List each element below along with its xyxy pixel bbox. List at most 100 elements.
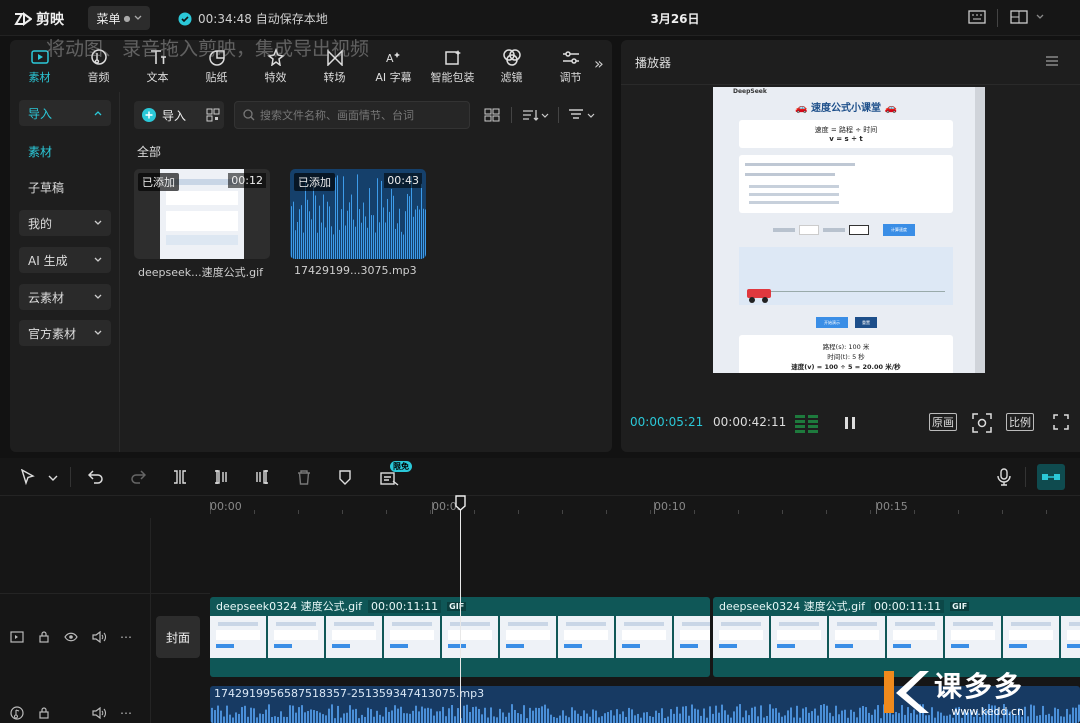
lock-icon[interactable] xyxy=(38,707,50,719)
waveform-bar xyxy=(739,704,741,723)
waveform-bar xyxy=(1042,705,1044,723)
waveform-bar xyxy=(694,708,696,723)
waveform-bar xyxy=(377,178,378,259)
waveform-bar xyxy=(382,716,384,723)
tab-effects[interactable]: 特效 xyxy=(246,40,305,92)
aspect-ratio-button[interactable]: 比例 xyxy=(1006,413,1034,431)
transition-icon xyxy=(326,48,343,66)
chevron-down-icon[interactable] xyxy=(1036,14,1044,20)
microphone-icon[interactable] xyxy=(997,468,1011,486)
waveform-bar xyxy=(335,177,336,259)
waveform-bar xyxy=(309,211,310,259)
tab-smart-package[interactable]: 智能包装 xyxy=(423,40,482,92)
waveform-bar xyxy=(718,712,720,723)
waveform-bar xyxy=(691,704,693,723)
trim-right-icon[interactable] xyxy=(254,469,270,485)
waveform-bar xyxy=(520,714,522,723)
speaker-icon[interactable] xyxy=(92,631,106,643)
waveform-bar xyxy=(411,176,412,259)
sidebar-ai-gen[interactable]: AI 生成 xyxy=(19,247,111,273)
search-input[interactable]: 搜索文件名称、画面情节、台词 xyxy=(234,101,470,129)
tab-ai-caption[interactable]: A AI 字幕 xyxy=(364,40,423,92)
layout-icon[interactable] xyxy=(1010,9,1030,25)
media-item-gif[interactable]: 已添加 00:12 xyxy=(134,169,270,259)
cover-button[interactable]: 封面 xyxy=(156,616,200,658)
waveform-bar xyxy=(514,709,516,723)
screenshot-focus-icon[interactable] xyxy=(972,413,992,433)
waveform-bar xyxy=(370,709,372,723)
waveform-bar xyxy=(511,704,513,723)
filter-icon[interactable] xyxy=(568,108,598,122)
waveform-bar xyxy=(297,221,298,259)
more-options-icon[interactable]: ⋯ xyxy=(120,630,132,644)
pause-icon[interactable] xyxy=(844,416,856,430)
qr-code-icon[interactable] xyxy=(206,108,220,122)
waveform-bar xyxy=(364,716,366,723)
waveform-bar xyxy=(475,706,477,723)
clip-frame xyxy=(1003,616,1059,658)
keyboard-icon[interactable] xyxy=(968,9,986,25)
smart-edit-icon[interactable] xyxy=(380,470,400,486)
ruler-minor-tick xyxy=(430,510,431,514)
waveform-bar xyxy=(1000,718,1002,723)
tab-adjust[interactable]: 调节 xyxy=(541,40,600,92)
ruler-minor-tick xyxy=(738,510,739,514)
waveform-bar xyxy=(417,205,418,259)
tab-audio[interactable]: 音频 xyxy=(69,40,128,92)
search-placeholder: 搜索文件名称、画面情节、台词 xyxy=(260,109,414,122)
more-options-icon[interactable]: ⋯ xyxy=(120,706,132,720)
sidebar-official-label: 官方素材 xyxy=(28,326,77,341)
sort-icon[interactable] xyxy=(522,108,550,122)
redo-icon[interactable] xyxy=(130,469,146,485)
waveform-bar xyxy=(415,705,417,723)
tab-sticker[interactable]: 贴纸 xyxy=(187,40,246,92)
sidebar-official[interactable]: 官方素材 xyxy=(19,320,111,346)
tab-filter[interactable]: 滤镜 xyxy=(482,40,541,92)
waveform-bar xyxy=(250,707,252,723)
sidebar-mine[interactable]: 我的 xyxy=(19,210,111,236)
tab-transition[interactable]: 转场 xyxy=(305,40,364,92)
search-icon xyxy=(243,109,255,121)
waveform-bar xyxy=(487,717,489,723)
import-button[interactable]: 导入 xyxy=(134,101,224,129)
ruler-label: 00:10 xyxy=(654,500,686,513)
timeline-ruler[interactable]: 00:00 00:05 00:10 00:15 xyxy=(210,496,1080,518)
waveform-bar xyxy=(271,716,273,723)
tab-text[interactable]: 文本 xyxy=(128,40,187,92)
sidebar-import[interactable]: 导入 xyxy=(19,100,111,126)
playhead-handle[interactable] xyxy=(455,495,466,511)
split-icon[interactable] xyxy=(172,469,188,485)
select-cursor-icon[interactable] xyxy=(20,469,36,485)
delete-icon[interactable] xyxy=(296,469,312,485)
sidebar-cloud[interactable]: 云素材 xyxy=(19,284,111,310)
more-tools-chevron-icon[interactable]: » xyxy=(594,54,604,73)
watermark: 课多多 www.kedd.cn xyxy=(880,665,1024,718)
marker-icon[interactable] xyxy=(337,469,353,485)
undo-icon[interactable] xyxy=(88,469,104,485)
tab-media[interactable]: 素材 xyxy=(10,40,69,92)
section-all-label: 全部 xyxy=(137,145,162,159)
sidebar-sub-draft[interactable]: 子草稿 xyxy=(28,179,64,196)
clip-duration: 00:00:11:11 xyxy=(368,599,442,613)
original-quality-button[interactable]: 原画 xyxy=(929,413,957,431)
waveform-bar xyxy=(331,704,333,723)
waveform-bar xyxy=(391,710,393,723)
lock-icon[interactable] xyxy=(38,631,50,643)
clip-frame xyxy=(616,616,672,658)
fullscreen-icon[interactable] xyxy=(1053,414,1069,430)
main-track-link-toggle[interactable] xyxy=(1037,464,1065,490)
waveform-bar xyxy=(760,705,762,723)
speaker-icon[interactable] xyxy=(92,707,106,719)
waveform-bar xyxy=(319,712,321,723)
waveform-bar xyxy=(397,223,398,259)
trim-left-icon[interactable] xyxy=(213,469,229,485)
chevron-down-icon[interactable] xyxy=(48,475,58,481)
added-tag: 已添加 xyxy=(294,173,335,191)
eye-icon[interactable] xyxy=(64,632,78,642)
media-item-mp3[interactable]: 已添加 00:43 xyxy=(290,169,426,259)
waveform-bar xyxy=(484,707,486,723)
hamburger-menu-icon[interactable] xyxy=(1045,55,1059,67)
sidebar-material[interactable]: 素材 xyxy=(28,143,52,160)
grid-view-icon[interactable] xyxy=(484,108,500,122)
waveform-bar xyxy=(301,705,303,723)
